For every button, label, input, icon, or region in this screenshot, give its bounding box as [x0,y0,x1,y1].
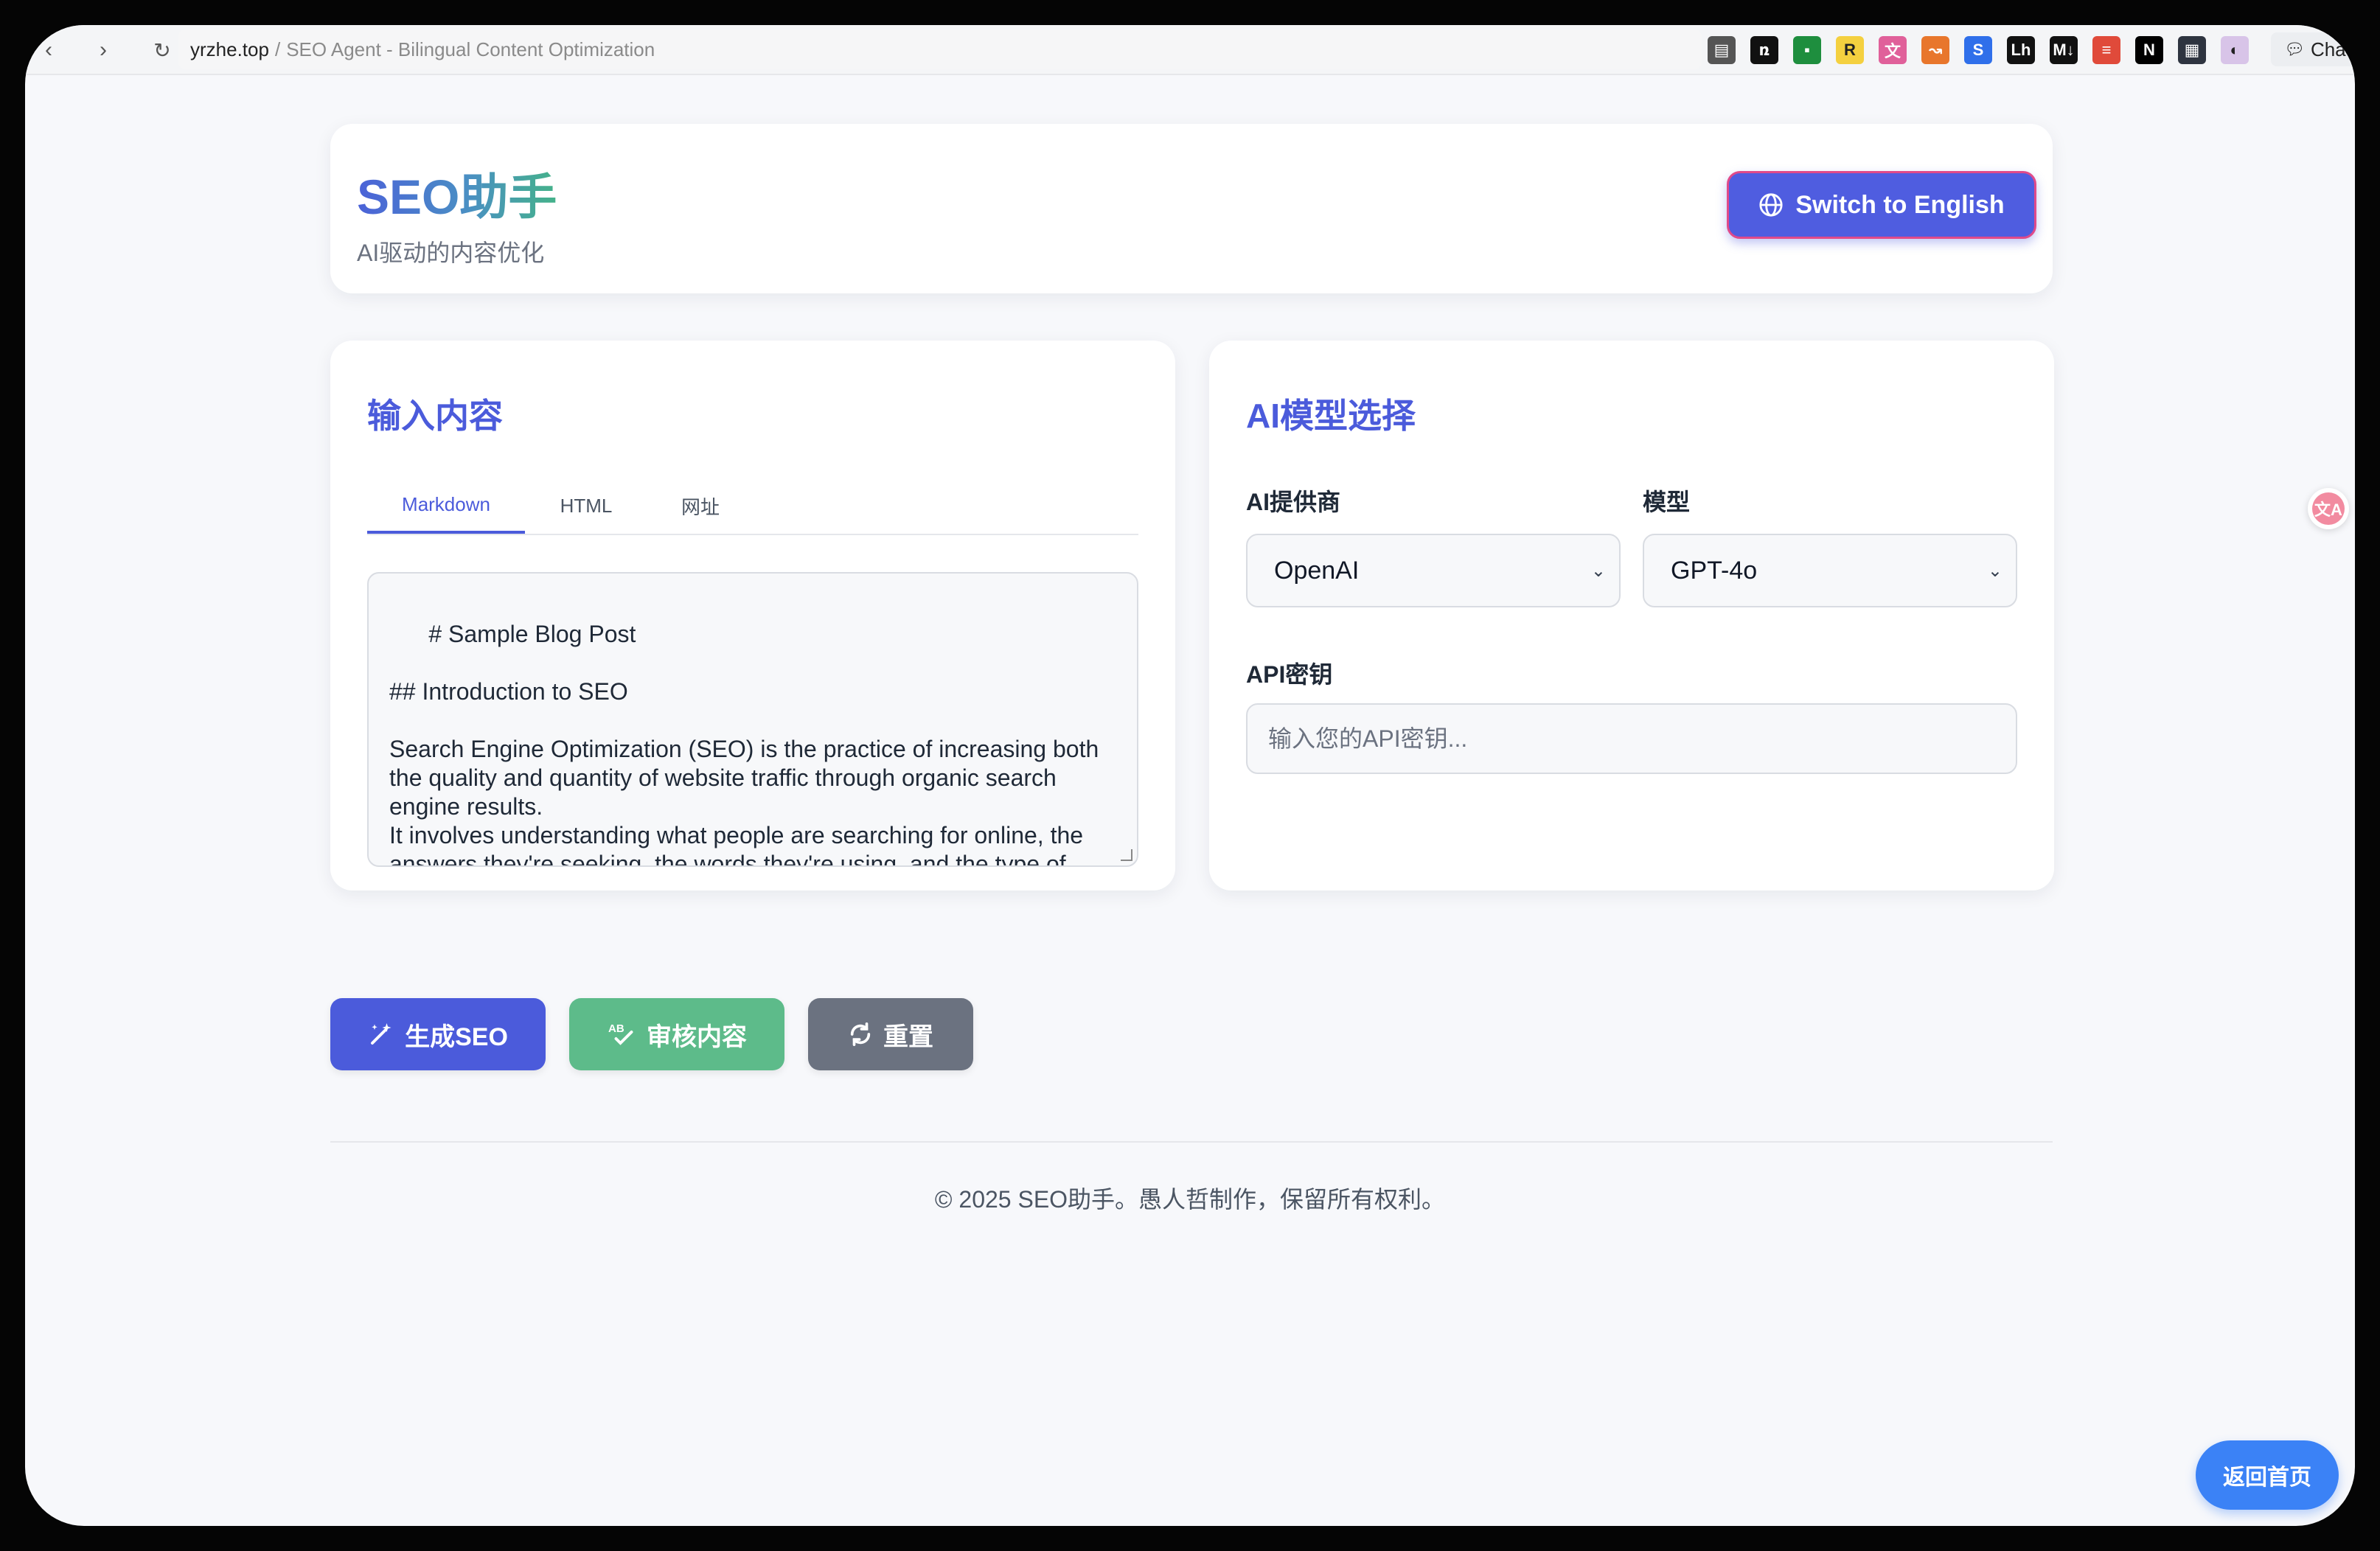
s-icon[interactable]: S [1964,36,1992,64]
chevron-down-icon: ⌄ [1987,561,2003,581]
spell-check-icon: AB [608,1022,633,1045]
lh-icon[interactable]: Lh [2007,36,2035,64]
browser-toolbar: ‹ › ↻ yrzhe.top / SEO Agent - Bilingual … [25,25,2355,75]
tab-html[interactable]: HTML [525,478,647,534]
input-content-card: 输入内容 Markdown HTML 网址 # Sample Blog Post… [330,341,1175,890]
markdown-icon[interactable]: M↓ [2050,36,2078,64]
generate-seo-label: 生成SEO [405,1022,508,1051]
content-text: # Sample Blog Post ## Introduction to SE… [389,621,1099,867]
notion-icon[interactable]: N [2135,36,2163,64]
globe-icon [1759,193,1783,217]
back-icon[interactable]: ‹ [34,35,63,65]
generate-seo-button[interactable]: 生成SEO [330,998,546,1070]
translate-icon: 文A [2312,492,2345,525]
list-icon[interactable]: ≡ [2092,36,2120,64]
model-value: GPT-4o [1671,556,1758,585]
browser-window: ‹ › ↻ yrzhe.top / SEO Agent - Bilingual … [25,25,2355,1526]
back-to-home-button[interactable]: 返回首页 [2196,1440,2339,1510]
provider-select[interactable]: OpenAI ⌄ [1246,534,1621,607]
reader-icon[interactable]: ▤ [1708,36,1736,64]
link-icon[interactable]: ↝ [1921,36,1949,64]
tab-url[interactable]: 网址 [647,478,754,534]
provider-label: AI提供商 [1246,489,1341,515]
code-icon[interactable]: ▦ [2178,36,2206,64]
model-label: 模型 [1643,489,1691,515]
reload-icon[interactable]: ↻ [147,35,177,65]
magic-wand-icon [371,1023,392,1045]
tab-markdown[interactable]: Markdown [367,478,525,534]
footer-divider [330,1141,2053,1143]
api-key-label: API密钥 [1246,661,1333,688]
chevron-down-icon: ⌄ [1590,561,1606,581]
api-key-input[interactable] [1246,703,2017,774]
resize-handle[interactable] [1121,849,1132,861]
extensions-bar: ▤ ռ ▪ R 文 ↝ S Lh M↓ ≡ N ▦ ◐ [1708,35,2249,65]
svg-text:AB: AB [608,1022,624,1035]
input-card-title: 输入内容 [367,397,503,435]
brand-title: SEO助手 [357,158,557,229]
reset-button[interactable]: 重置 [808,998,973,1070]
review-content-label: 审核内容 [647,1022,747,1051]
translate-floating-button[interactable]: 文A [2308,488,2349,529]
model-card-title: AI模型选择 [1246,397,1416,435]
switch-language-button[interactable]: Switch to English [1727,171,2036,239]
chat-label: Chat [2310,38,2351,60]
footer-copyright: © 2025 SEO助手。愚人哲制作，保留所有权利。 [934,1186,1446,1213]
chat-button[interactable]: 💬︎ Chat [2271,32,2355,66]
forward-icon[interactable]: › [88,35,118,65]
address-separator: / [274,38,281,60]
switch-language-label: Switch to English [1795,190,2005,219]
review-content-button[interactable]: AB 审核内容 [569,998,784,1070]
reset-label: 重置 [883,1022,933,1051]
ai-model-card: AI模型选择 AI提供商 模型 OpenAI ⌄ GPT-4o ⌄ API密钥 [1209,341,2054,890]
provider-value: OpenAI [1274,556,1360,585]
model-select[interactable]: GPT-4o ⌄ [1643,534,2017,607]
r-icon[interactable]: R [1836,36,1864,64]
n-logo-icon[interactable]: ռ [1750,36,1778,64]
content-textarea[interactable]: # Sample Blog Post ## Introduction to SE… [367,572,1138,867]
sheet-icon[interactable]: ▪ [1793,36,1821,64]
header-card: SEO助手 AI驱动的内容优化 Switch to English [330,124,2053,293]
gradient-icon[interactable]: ◐ [2221,36,2249,64]
address-bar[interactable]: yrzhe.top / SEO Agent - Bilingual Conten… [178,29,1702,69]
brand-subtitle: AI驱动的内容优化 [357,240,545,266]
address-page-title: SEO Agent - Bilingual Content Optimizati… [286,38,655,60]
chat-icon: 💬︎ [2284,40,2305,58]
refresh-icon [850,1022,871,1047]
translate-icon[interactable]: 文 [1879,36,1907,64]
input-tabs: Markdown HTML 网址 [367,478,1138,535]
address-domain: yrzhe.top [190,38,269,60]
